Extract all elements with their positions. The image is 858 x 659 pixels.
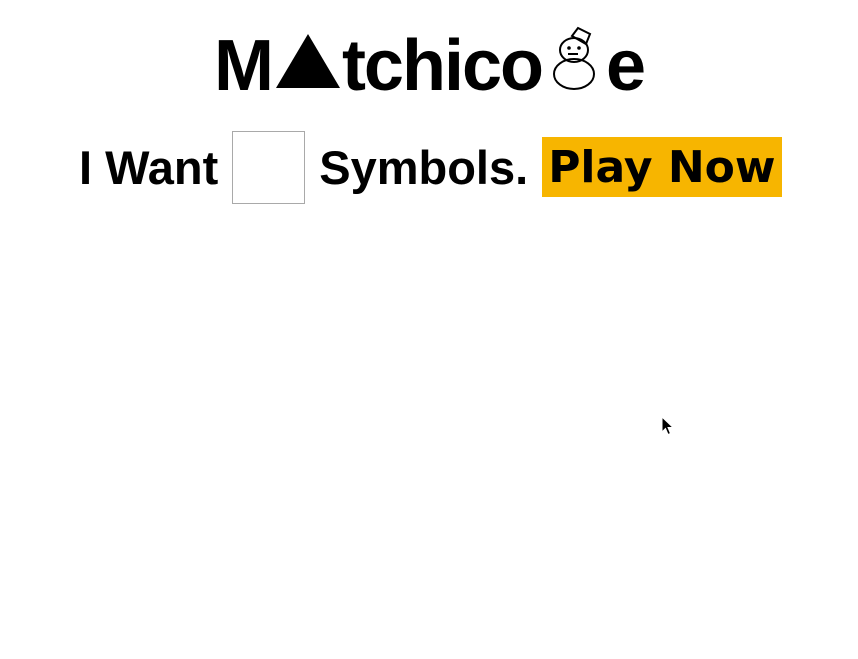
- logo-text-tchico: tchico: [341, 26, 544, 106]
- want-label: I Want: [79, 140, 219, 194]
- logo-text-m: M: [213, 26, 274, 106]
- play-now-button[interactable]: Play Now: [542, 137, 782, 197]
- logo-title: Mtchico e: [0, 26, 858, 104]
- arrow-cursor-icon: [661, 416, 675, 436]
- logo-text-e: e: [605, 26, 646, 106]
- symbol-count-input[interactable]: [232, 130, 306, 204]
- symbols-label: Symbols.: [319, 140, 529, 194]
- snowman-icon: [552, 26, 595, 90]
- triangle-icon: [275, 34, 340, 88]
- setup-form: I Want Symbols. Play Now: [79, 129, 782, 205]
